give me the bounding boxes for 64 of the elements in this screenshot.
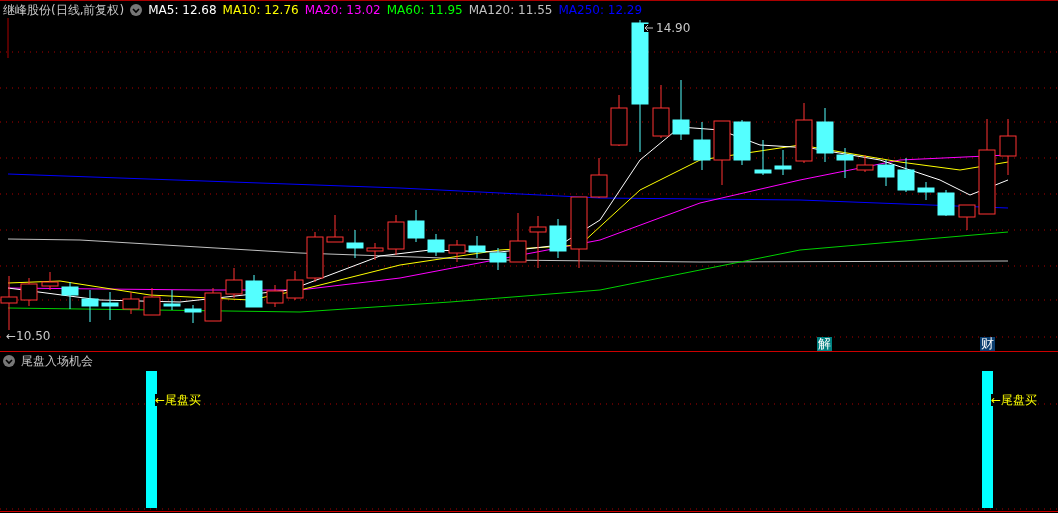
candlestick bbox=[448, 239, 466, 263]
candlestick bbox=[407, 209, 425, 243]
candlestick bbox=[489, 247, 507, 271]
candlestick bbox=[101, 291, 119, 321]
candlestick bbox=[122, 291, 140, 315]
candlestick bbox=[0, 275, 18, 331]
candlestick bbox=[672, 79, 690, 141]
candlestick bbox=[897, 157, 915, 193]
candlestick bbox=[387, 214, 405, 256]
candlestick bbox=[549, 218, 567, 259]
candlestick bbox=[143, 287, 161, 316]
candlestick bbox=[877, 159, 895, 187]
candlestick bbox=[795, 102, 813, 164]
candlestick bbox=[266, 284, 284, 308]
candlestick bbox=[346, 229, 364, 259]
indicator-title: 尾盘入场机会 bbox=[21, 353, 93, 370]
candlestick bbox=[427, 233, 445, 257]
candlestick bbox=[61, 281, 79, 310]
moving-average-label: MA250: 12.29 bbox=[558, 1, 643, 19]
candlestick bbox=[713, 120, 731, 186]
candlestick bbox=[590, 157, 608, 199]
candlestick bbox=[529, 215, 547, 269]
candlestick bbox=[774, 149, 792, 176]
candlestick bbox=[856, 154, 874, 173]
candlestick bbox=[509, 212, 527, 263]
candlestick bbox=[652, 84, 670, 139]
candlestick bbox=[836, 147, 854, 179]
candlestick bbox=[917, 181, 935, 201]
candlestick bbox=[184, 304, 202, 324]
candlestick bbox=[286, 270, 304, 301]
candlestick bbox=[610, 94, 628, 147]
candlestick bbox=[366, 242, 384, 261]
candlestick bbox=[225, 267, 243, 299]
candlestick bbox=[816, 107, 834, 163]
low-price-label: ←10.50 bbox=[6, 330, 51, 342]
candlestick bbox=[245, 274, 263, 308]
candlestick bbox=[306, 231, 324, 283]
event-marker[interactable]: 财 bbox=[980, 337, 995, 351]
moving-average-label: MA20: 13.02 bbox=[304, 1, 381, 19]
event-marker[interactable]: 解 bbox=[817, 337, 832, 351]
candlestick bbox=[999, 118, 1017, 176]
moving-average-label: MA60: 11.95 bbox=[386, 1, 463, 19]
candlestick bbox=[754, 139, 772, 176]
moving-average-label: MA10: 12.76 bbox=[222, 1, 299, 19]
collapse-icon[interactable] bbox=[130, 3, 143, 16]
candlestick bbox=[693, 121, 711, 171]
candlestick bbox=[163, 289, 181, 311]
candlestick bbox=[937, 189, 955, 217]
candlestick bbox=[204, 287, 222, 322]
signal-label: ←尾盘买 bbox=[991, 394, 1038, 406]
candlestick bbox=[81, 289, 99, 323]
moving-average-label: MA120: 11.55 bbox=[468, 1, 553, 19]
candlestick bbox=[958, 204, 976, 231]
candlestick bbox=[326, 214, 344, 243]
candlestick bbox=[468, 235, 486, 259]
collapse-icon[interactable] bbox=[3, 355, 15, 367]
candlestick bbox=[41, 271, 59, 291]
signal-label: ←尾盘买 bbox=[155, 394, 202, 406]
high-price-label: 14.90 bbox=[656, 22, 691, 34]
arrow-icon bbox=[644, 24, 654, 32]
candlestick bbox=[733, 119, 751, 166]
chart-title: 继峰股份(日线,前复权) bbox=[3, 1, 125, 19]
candlestick bbox=[20, 277, 38, 307]
moving-average-label: MA5: 12.68 bbox=[148, 1, 217, 19]
